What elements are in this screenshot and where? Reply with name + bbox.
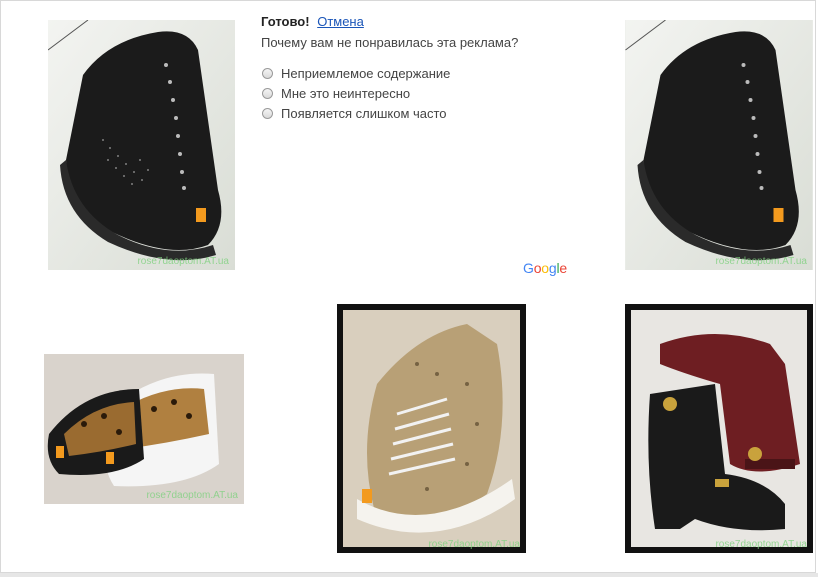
logo-letter: o xyxy=(541,260,549,276)
logo-letter: o xyxy=(533,260,542,276)
watermark: rose7daoptom.AT.ua xyxy=(137,256,229,267)
google-logo: Google xyxy=(523,260,567,276)
logo-letter: G xyxy=(523,260,534,276)
feedback-question: Почему вам не понравилась эта реклама? xyxy=(261,35,519,50)
feedback-option-label: Появляется слишком часто xyxy=(281,105,447,121)
cancel-link[interactable]: Отмена xyxy=(317,14,364,29)
product-image-black-sneaker[interactable]: rose7daoptom.AT.ua xyxy=(48,20,235,270)
ad-frame: rose7daoptom.AT.ua Готово! Отмена Почему… xyxy=(0,0,816,573)
feedback-option-not-interested[interactable]: Мне это неинтересно xyxy=(261,83,591,103)
feedback-option-label: Неприемлемое содержание xyxy=(281,65,451,81)
leopard-sneakers-image xyxy=(44,354,244,504)
boots-image xyxy=(625,304,813,553)
radio-button[interactable] xyxy=(262,67,273,79)
product-image-boots[interactable]: rose7daoptom.AT.ua xyxy=(625,304,813,553)
feedback-options: Неприемлемое содержание Мне это неинтере… xyxy=(261,63,591,123)
feedback-option-label: Мне это неинтересно xyxy=(281,85,411,101)
bottom-bar xyxy=(0,573,818,577)
logo-letter: e xyxy=(559,260,567,276)
black-sneaker-image xyxy=(48,20,235,270)
done-label: Готово! xyxy=(261,14,310,29)
watermark: rose7daoptom.AT.ua xyxy=(146,490,238,501)
product-image-snakeskin-sneaker[interactable]: rose7daoptom.AT.ua xyxy=(337,304,526,553)
radio-button[interactable] xyxy=(262,107,273,119)
feedback-header: Готово! Отмена xyxy=(261,13,591,30)
feedback-option-inappropriate[interactable]: Неприемлемое содержание xyxy=(261,63,591,83)
product-image-black-sneaker-2[interactable]: rose7daoptom.AT.ua xyxy=(625,20,813,270)
snakeskin-sneaker-image xyxy=(337,304,526,553)
black-sneaker-image xyxy=(625,20,813,270)
watermark: rose7daoptom.AT.ua xyxy=(428,539,520,550)
radio-button[interactable] xyxy=(262,87,273,99)
product-image-leopard-sneakers[interactable]: rose7daoptom.AT.ua xyxy=(44,354,244,504)
logo-letter: g xyxy=(548,260,557,276)
ad-feedback-panel: Готово! Отмена Почему вам не понравилась… xyxy=(261,13,591,123)
watermark: rose7daoptom.AT.ua xyxy=(715,539,807,550)
feedback-option-too-often[interactable]: Появляется слишком часто xyxy=(261,103,591,123)
watermark: rose7daoptom.AT.ua xyxy=(715,256,807,267)
